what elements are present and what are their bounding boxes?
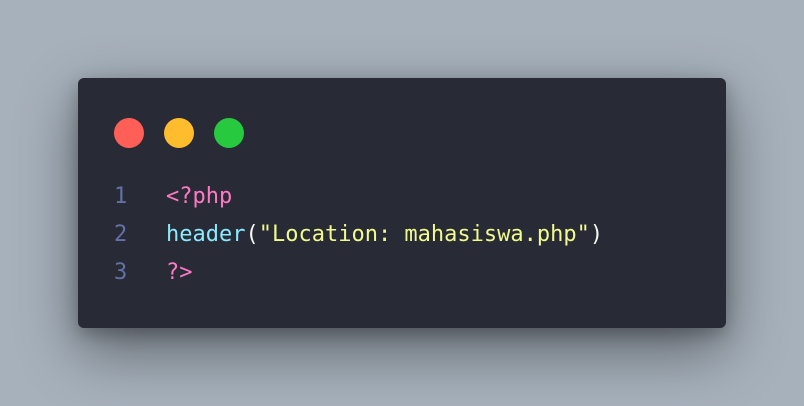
code-token: header (166, 222, 246, 247)
minimize-button[interactable] (164, 118, 194, 148)
close-button[interactable] (114, 118, 144, 148)
line-number: 1 (114, 184, 128, 209)
code-line-1: 1 <?php (114, 178, 603, 216)
code-token: ) (589, 222, 604, 247)
line-number: 3 (114, 260, 128, 285)
code-line-3: 3 ?> (114, 254, 603, 292)
line-number: 2 (114, 222, 128, 247)
code-token: <?php (166, 184, 233, 209)
maximize-button[interactable] (214, 118, 244, 148)
code-window: 1 <?php 2 header("Location: mahasiswa.ph… (78, 78, 726, 328)
code-token: "Location: mahasiswa.php" (258, 222, 590, 247)
code-token: ?> (166, 260, 193, 285)
code-block: 1 <?php 2 header("Location: mahasiswa.ph… (114, 178, 603, 292)
code-token: ( (245, 222, 259, 247)
code-line-2: 2 header("Location: mahasiswa.php") (114, 216, 603, 254)
window-controls (114, 118, 244, 148)
